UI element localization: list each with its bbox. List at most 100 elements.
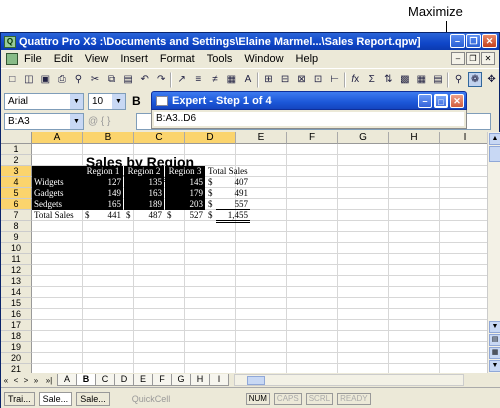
- menu-file[interactable]: File: [24, 53, 42, 65]
- doc-restore-icon[interactable]: ❐: [466, 52, 480, 65]
- status-tab-sales-2[interactable]: Sale...: [76, 391, 110, 406]
- app-icon[interactable]: Q: [4, 35, 16, 48]
- sheet-tab-b[interactable]: B: [76, 374, 96, 386]
- region-header-1[interactable]: Region 1: [83, 166, 123, 177]
- menu-format[interactable]: Format: [160, 53, 195, 65]
- row-header-6[interactable]: 6: [1, 199, 32, 210]
- bold-style-icon[interactable]: ≡: [191, 72, 206, 87]
- cell-a3[interactable]: [32, 166, 83, 177]
- doc-close-icon[interactable]: ✕: [481, 52, 495, 65]
- menu-tools[interactable]: Tools: [207, 53, 233, 65]
- row-header-17[interactable]: 17: [1, 320, 32, 331]
- map-icon[interactable]: ▤: [431, 72, 446, 87]
- total-region-3[interactable]: 527: [175, 210, 205, 221]
- tab-last-icon[interactable]: »|: [41, 376, 57, 385]
- maximize-icon[interactable]: □: [434, 94, 448, 108]
- row-header-15[interactable]: 15: [1, 298, 32, 309]
- sheet-tab-g[interactable]: G: [171, 374, 191, 386]
- gadgets-region-3[interactable]: 179: [165, 188, 205, 199]
- row-label-gadgets[interactable]: Gadgets: [32, 188, 83, 199]
- cell-address-box[interactable]: B:A3 ▼: [4, 113, 84, 130]
- copy-icon[interactable]: ⧉: [104, 72, 119, 87]
- cut-icon[interactable]: ✂: [88, 72, 103, 87]
- row-header-7[interactable]: 7: [1, 210, 32, 221]
- column-header-c[interactable]: C: [134, 132, 185, 144]
- function-icon[interactable]: fx: [348, 72, 363, 87]
- row-header-3[interactable]: 3: [1, 166, 32, 177]
- tab-next-icon[interactable]: >: [21, 376, 31, 385]
- spreadsheet-grid[interactable]: Sales by Region (In Thousands) Region 1 …: [1, 132, 487, 373]
- scroll-thumb[interactable]: [489, 146, 500, 162]
- tab-first-icon[interactable]: «: [1, 376, 11, 385]
- sheet-tab-f[interactable]: F: [152, 374, 172, 386]
- row-label-widgets[interactable]: Widgets: [32, 177, 83, 188]
- status-tab-training[interactable]: Trai...: [4, 391, 35, 406]
- menu-insert[interactable]: Insert: [120, 53, 148, 65]
- doc-minimize-icon[interactable]: –: [451, 52, 465, 65]
- quickfit-icon[interactable]: ↗: [174, 72, 189, 87]
- table-icon[interactable]: ▦: [414, 72, 429, 87]
- title-bar[interactable]: Q Quattro Pro X3 :\Documents and Setting…: [1, 33, 499, 50]
- row-header-8[interactable]: 8: [1, 221, 32, 232]
- document-icon[interactable]: [6, 53, 18, 65]
- total-region-2[interactable]: 487: [134, 210, 164, 221]
- sedgets-region-2[interactable]: 189: [124, 199, 164, 210]
- row-header-12[interactable]: 12: [1, 265, 32, 276]
- font-name-combo[interactable]: Arial ▼: [4, 92, 84, 110]
- row-header-1[interactable]: 1: [1, 144, 32, 155]
- total-sales-header[interactable]: Total Sales: [208, 166, 253, 177]
- close-icon[interactable]: ✕: [482, 34, 497, 48]
- row-header-5[interactable]: 5: [1, 188, 32, 199]
- print-icon[interactable]: ⎙: [55, 72, 70, 87]
- sedgets-total[interactable]: 557: [216, 199, 250, 210]
- scroll-down-end-icon[interactable]: ▼: [489, 360, 500, 372]
- row-header-13[interactable]: 13: [1, 276, 32, 287]
- font-size-combo[interactable]: 10 ▼: [88, 92, 126, 110]
- horizontal-scrollbar[interactable]: [234, 374, 464, 386]
- sheet-tab-c[interactable]: C: [95, 374, 115, 386]
- new-file-icon[interactable]: □: [5, 72, 20, 87]
- insert-column-icon[interactable]: ⊠: [294, 72, 309, 87]
- gadgets-region-2[interactable]: 163: [124, 188, 164, 199]
- sort-icon[interactable]: ⇅: [381, 72, 396, 87]
- sedgets-region-3[interactable]: 203: [165, 199, 205, 210]
- expert-icon[interactable]: ❁: [467, 72, 483, 87]
- split-icon[interactable]: ▤: [489, 334, 500, 346]
- vertical-scrollbar[interactable]: ▲ ▼ ▤ ▦ ▼: [487, 132, 500, 373]
- paste-icon[interactable]: ▤: [121, 72, 136, 87]
- row-header-20[interactable]: 20: [1, 353, 32, 364]
- open-folder-icon[interactable]: ◫: [22, 72, 37, 87]
- insert-image-icon[interactable]: ▦: [224, 72, 239, 87]
- column-header-e[interactable]: E: [236, 132, 287, 144]
- row-header-10[interactable]: 10: [1, 243, 32, 254]
- restore-icon[interactable]: ❐: [466, 34, 481, 48]
- gadgets-total[interactable]: 491: [216, 188, 250, 199]
- widgets-total[interactable]: 407: [216, 177, 250, 188]
- widgets-region-1[interactable]: 127: [83, 177, 123, 188]
- sheet-tab-h[interactable]: H: [190, 374, 210, 386]
- minimize-icon[interactable]: –: [450, 34, 465, 48]
- range-input[interactable]: B:A3..D6: [154, 112, 464, 126]
- menu-help[interactable]: Help: [296, 53, 319, 65]
- sum-icon[interactable]: Σ: [364, 72, 379, 87]
- row-header-19[interactable]: 19: [1, 342, 32, 353]
- grand-total[interactable]: 1,455: [216, 210, 250, 223]
- print-preview-icon[interactable]: ⚲: [71, 72, 86, 87]
- save-icon[interactable]: ▣: [38, 72, 53, 87]
- row-header-11[interactable]: 11: [1, 254, 32, 265]
- row-header-9[interactable]: 9: [1, 232, 32, 243]
- align-icon[interactable]: ≠: [208, 72, 223, 87]
- chevron-down-icon[interactable]: ▼: [70, 93, 83, 109]
- chevron-down-icon[interactable]: ▼: [112, 93, 125, 109]
- total-region-1[interactable]: 441: [93, 210, 123, 221]
- tab-next-page-icon[interactable]: »: [31, 376, 41, 385]
- quickcell-label[interactable]: QuickCell: [132, 394, 212, 404]
- status-tab-sales-1[interactable]: Sale...: [38, 391, 73, 406]
- chart-icon[interactable]: ▩: [398, 72, 413, 87]
- row-header-21[interactable]: 21: [1, 364, 32, 373]
- scroll-down-icon[interactable]: ▼: [489, 321, 500, 333]
- sheet-tab-a[interactable]: A: [57, 374, 77, 386]
- menu-edit[interactable]: Edit: [54, 53, 73, 65]
- formula-icons[interactable]: @ { }: [88, 116, 132, 127]
- column-header-b[interactable]: B: [83, 132, 134, 144]
